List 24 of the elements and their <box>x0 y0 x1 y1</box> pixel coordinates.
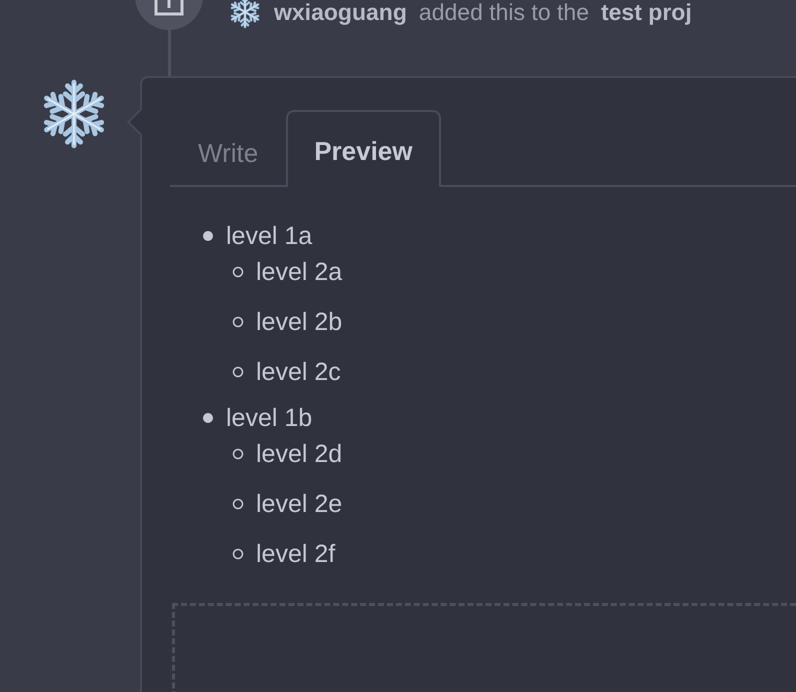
list-item-text: level 2c <box>256 357 341 387</box>
editor-tab[interactable]: Write <box>170 115 286 185</box>
project-board-icon <box>154 0 184 16</box>
bullet-icon <box>230 264 246 280</box>
list-item-text: level 1b <box>226 403 312 433</box>
attachment-drop-zone[interactable] <box>172 603 796 692</box>
list-item-text: level 2b <box>256 307 342 337</box>
list-item-text: level 2f <box>256 539 336 569</box>
list-item-text: level 1a <box>226 221 312 251</box>
bullet-icon <box>230 446 246 462</box>
event-text: added this to the <box>418 0 589 26</box>
username[interactable]: wxiaoguang <box>274 0 407 26</box>
list-item-text: level 2e <box>256 489 342 519</box>
project-link[interactable]: test proj <box>600 0 692 26</box>
bullet-icon <box>230 314 246 330</box>
bullet-icon <box>230 546 246 562</box>
bullet-icon <box>200 410 216 426</box>
bullet-icon <box>230 364 246 380</box>
bullet-icon <box>200 228 216 244</box>
bullet-icon <box>230 496 246 512</box>
editor-tab[interactable]: Preview <box>286 110 440 187</box>
list-item-text: level 2a <box>256 257 342 287</box>
user-avatar-snowflake-icon <box>228 0 262 29</box>
list-item-text: level 2d <box>256 439 342 469</box>
